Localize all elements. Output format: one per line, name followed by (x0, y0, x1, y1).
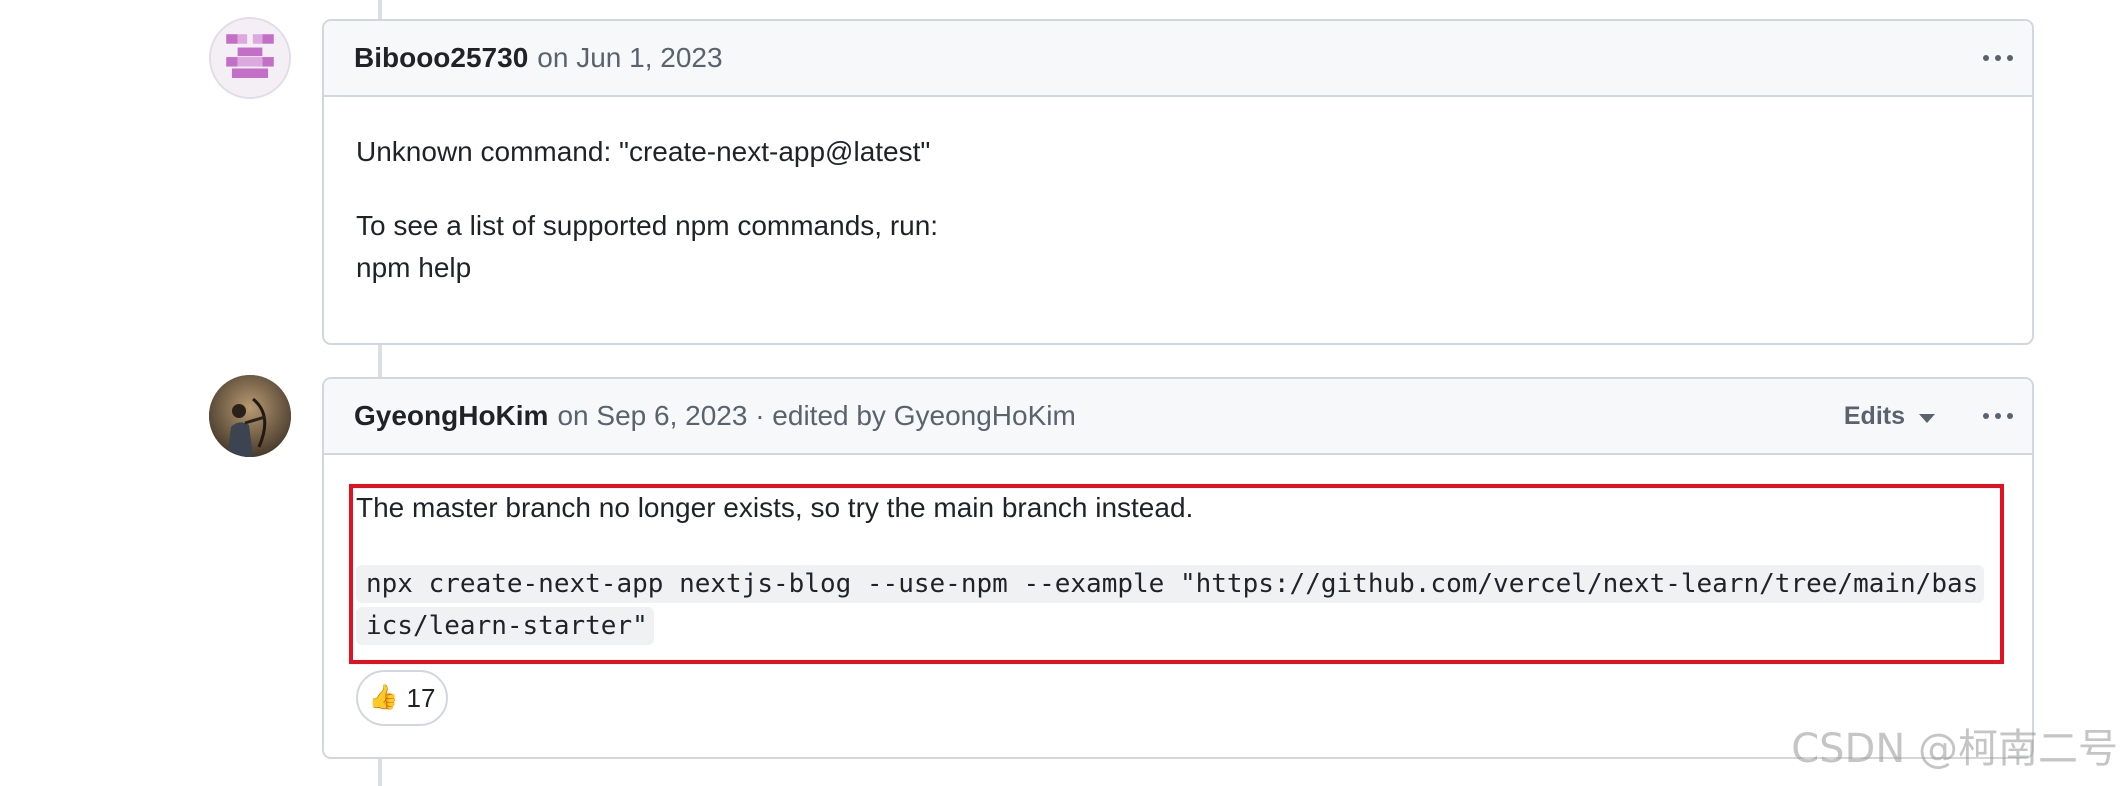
comment-author[interactable]: GyeongHoKim (354, 400, 548, 432)
triangle-down-icon (1919, 413, 1935, 423)
comment-paragraph: Unknown command: "create-next-app@latest… (356, 136, 931, 167)
watermark: CSDN @柯南二号 (1791, 726, 2118, 772)
edits-label: Edits (1843, 401, 1905, 430)
kebab-horizontal-icon[interactable] (1983, 55, 2013, 61)
reaction-count: 17 (406, 682, 436, 713)
reaction-thumbs-up-button[interactable]: 👍 17 (356, 670, 448, 726)
comment-header: GyeongHoKim on Sep 6, 2023 · edited by G… (324, 379, 2032, 455)
comment-timestamp[interactable]: on Jun 1, 2023 (537, 42, 722, 74)
highlight-annotation (349, 484, 2004, 664)
comment-header: Bibooo25730 on Jun 1, 2023 (324, 21, 2032, 97)
thumbs-up-icon: 👍 (368, 684, 399, 711)
avatar-bibooo25730[interactable] (209, 17, 291, 99)
comment-paragraph: To see a list of supported npm commands,… (356, 205, 2002, 289)
comment-line: npm help (356, 252, 472, 283)
comment-author[interactable]: Bibooo25730 (354, 42, 528, 74)
avatar-gyeonghokim[interactable] (209, 375, 291, 457)
edits-dropdown[interactable]: Edits (1844, 402, 1935, 431)
comment-line: To see a list of supported npm commands,… (356, 210, 939, 241)
comment-card: Bibooo25730 on Jun 1, 2023 Unknown comma… (322, 19, 2034, 345)
avatar-photo-icon (209, 375, 291, 457)
identicon-icon (211, 19, 289, 97)
comment-timestamp[interactable]: on Sep 6, 2023 · edited by GyeongHoKim (557, 400, 1075, 432)
kebab-horizontal-icon[interactable] (1983, 413, 2013, 419)
comment-body: Unknown command: "create-next-app@latest… (324, 97, 2032, 289)
